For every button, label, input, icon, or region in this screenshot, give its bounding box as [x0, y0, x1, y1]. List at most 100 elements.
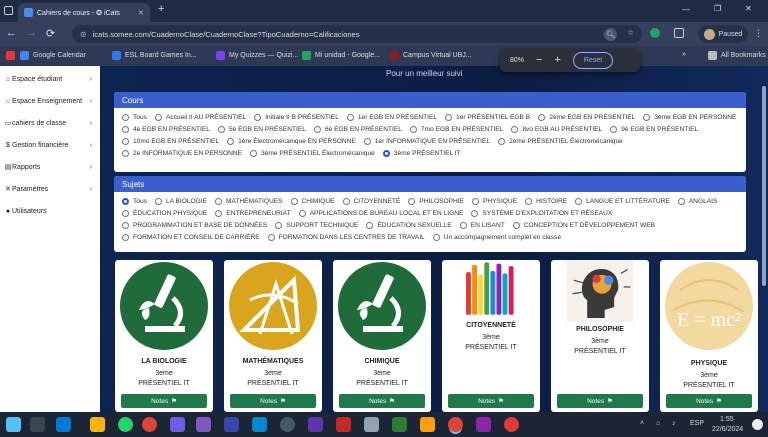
- sujets-radio[interactable]: [342, 197, 350, 205]
- clock-date[interactable]: 22/6/2024: [712, 426, 743, 433]
- cours-radio[interactable]: [363, 137, 371, 145]
- cours-option[interactable]: 1er INFORMATIQUE EN PRÉSENTIEL: [363, 136, 490, 146]
- sujets-option[interactable]: ANGLAIS: [677, 196, 717, 206]
- notes-button[interactable]: Notes ⚑: [448, 394, 534, 408]
- sujets-option[interactable]: MATHÉMATIQUES: [214, 196, 283, 206]
- sujets-option[interactable]: CHIMIQUE: [290, 196, 335, 206]
- sujets-option[interactable]: SUPPORT TECHNIQUE: [275, 220, 358, 230]
- sujets-option[interactable]: ÉDUCATION SEXUELLE: [366, 220, 452, 230]
- extensions-puzzle-icon[interactable]: [674, 28, 684, 38]
- tray-chevron-icon[interactable]: ˄: [640, 420, 644, 427]
- tab-close-icon[interactable]: ✕: [138, 9, 144, 17]
- cours-option[interactable]: 1er PRÉSENTIEL EGB B: [445, 112, 530, 122]
- sujets-radio[interactable]: [290, 197, 298, 205]
- zoom-in-button[interactable]: +: [554, 54, 560, 66]
- chrome-icon[interactable]: [142, 417, 157, 432]
- sidebar-item-utilisateurs[interactable]: ● Utilisateurs: [4, 204, 96, 218]
- sidebar-item-espace-enseignement[interactable]: ⌂ Espace Enseignement ›: [4, 94, 96, 108]
- github-icon[interactable]: [280, 417, 295, 432]
- notes-button[interactable]: Notes ⚑: [339, 394, 425, 408]
- window-minimize-button[interactable]: —: [682, 5, 690, 14]
- cours-radio[interactable]: [498, 137, 506, 145]
- subject-card-chimique[interactable]: CHIMIQUE 3eme PRÉSENTIEL IT Notes ⚑: [333, 260, 431, 412]
- sujets-option[interactable]: FORMATION ET CONSEIL DE CARRIÈRE: [122, 232, 260, 242]
- cours-radio[interactable]: [122, 137, 129, 145]
- sujets-radio[interactable]: [154, 197, 162, 205]
- app-icon[interactable]: [308, 417, 323, 432]
- sujets-radio[interactable]: [267, 233, 275, 241]
- subject-card-mathematiques[interactable]: MATHÉMATIQUES 3eme PRÉSENTIEL IT Notes ⚑: [224, 260, 322, 412]
- all-bookmarks-button[interactable]: All Bookmarks: [708, 51, 766, 60]
- notes-button[interactable]: Notes ⚑: [666, 394, 752, 408]
- cours-radio[interactable]: [122, 125, 129, 133]
- more-bookmarks-icon[interactable]: »: [682, 51, 686, 58]
- sujets-radio[interactable]: [366, 221, 374, 229]
- sujets-option[interactable]: FORMATION DANS LES CENTRES DE TRAVAIL: [267, 232, 425, 242]
- cours-radio[interactable]: [254, 113, 262, 121]
- bookmark-item-0[interactable]: Google Calendar: [20, 51, 86, 60]
- sujets-radio[interactable]: [677, 197, 685, 205]
- cours-option[interactable]: 2e INFORMATIQUE EN PERSONNE: [122, 148, 242, 158]
- app-icon[interactable]: [224, 417, 239, 432]
- cours-radio[interactable]: [122, 149, 129, 157]
- sidebar-item-espace-etudiant[interactable]: ⌂ Espace étudiant ›: [4, 72, 96, 86]
- cours-option[interactable]: 8vo EGB AU PRÉSENTIEL: [511, 124, 602, 134]
- cours-radio[interactable]: [610, 125, 618, 133]
- window-close-button[interactable]: ✕: [745, 4, 752, 13]
- subject-card-biologie[interactable]: LA BIOLOGIE 3eme PRÉSENTIEL IT Notes ⚑: [115, 260, 213, 412]
- extension-icon[interactable]: [650, 28, 660, 38]
- notes-button[interactable]: Notes ⚑: [557, 394, 643, 408]
- sujets-option[interactable]: PHYSIQUE: [472, 196, 517, 206]
- cours-option[interactable]: 2ème EGB EN PRÉSENTIEL: [538, 112, 635, 122]
- cours-option[interactable]: 2ème PRÉSENTIEL Électromécanique: [498, 136, 623, 146]
- cours-option[interactable]: 1ère Électromécanique EN PERSONNE: [227, 136, 356, 146]
- cours-option[interactable]: 4è EGB EN PRÉSENTIEL: [122, 124, 210, 134]
- sujets-radio[interactable]: [214, 197, 222, 205]
- cours-radio[interactable]: [445, 113, 453, 121]
- cours-radio[interactable]: [122, 113, 129, 121]
- cours-radio[interactable]: [346, 113, 354, 121]
- sujets-radio[interactable]: [215, 209, 223, 217]
- bookmark-item-2[interactable]: My Quizzes — Quizi...: [216, 51, 298, 60]
- cours-radio[interactable]: [227, 137, 235, 145]
- edge-icon[interactable]: [56, 417, 71, 432]
- cours-option[interactable]: 6è EGB EN PRÉSENTIEL: [313, 124, 402, 134]
- menu-kebab-icon[interactable]: ⋮: [754, 28, 763, 39]
- volume-icon[interactable]: ♪: [672, 420, 676, 427]
- sujets-option[interactable]: HISTOIRE: [525, 196, 567, 206]
- app-icon[interactable]: [392, 417, 407, 432]
- sujets-radio[interactable]: [122, 233, 129, 241]
- sidebar-item-cahiers-de-classe[interactable]: ▭ cahiers de classe ›: [4, 116, 96, 130]
- sujets-option[interactable]: CONCEPTION ET DÉVELOPPEMENT WEB: [512, 220, 655, 230]
- forward-button[interactable]: →: [26, 27, 37, 39]
- sujets-option[interactable]: Un accompagnement complet en classe: [432, 232, 561, 242]
- cours-option[interactable]: Initiale II B PRÉSENTIEL: [254, 112, 339, 122]
- sidebar-item-parametres[interactable]: ✕ Paramètres ›: [4, 182, 96, 196]
- subject-card-physique[interactable]: E = mc² PHYSIQUE 3ème PRÉSENTIEL IT Note…: [660, 260, 758, 412]
- cours-option[interactable]: Tous: [122, 112, 147, 122]
- cours-radio[interactable]: [217, 125, 225, 133]
- sujets-option[interactable]: LA BIOLOGIE: [154, 196, 207, 206]
- sidebar-item-gestion-financiere[interactable]: $ Gestion financière ›: [4, 138, 96, 152]
- bookmark-item-1[interactable]: ESL Board Games In...: [112, 51, 197, 60]
- cours-radio[interactable]: [250, 149, 258, 157]
- sujets-option[interactable]: PROGRAMMATION ET BASE DE DONNÉES: [122, 220, 267, 230]
- network-icon[interactable]: ⌂: [656, 420, 660, 427]
- notes-button[interactable]: Notes ⚑: [121, 394, 207, 408]
- back-button[interactable]: ←: [6, 27, 17, 39]
- filezilla-icon[interactable]: [336, 417, 351, 432]
- cours-option[interactable]: 7mo EGB EN PRÉSENTIEL: [409, 124, 503, 134]
- subject-card-philosophie[interactable]: PHILOSOPHIE 3ème PRÉSENTIEL IT Notes ⚑: [551, 260, 649, 412]
- cours-option[interactable]: Accueil II AU PRÉSENTIEL: [154, 112, 246, 122]
- app-icon[interactable]: [170, 417, 185, 432]
- app-icon[interactable]: [364, 417, 379, 432]
- sujets-radio[interactable]: [122, 221, 129, 229]
- cours-option[interactable]: 1er EGB EN PRÉSENTIEL: [346, 112, 437, 122]
- clock-time[interactable]: 1:55: [720, 416, 734, 423]
- vscode-icon[interactable]: [252, 417, 267, 432]
- sidebar-item-rapports[interactable]: ▤ Rapports ›: [4, 160, 96, 174]
- sujets-radio[interactable]: [122, 209, 129, 217]
- cours-option[interactable]: 5è EGB EN PRÉSENTIEL: [217, 124, 306, 134]
- sujets-radio[interactable]: [575, 197, 583, 205]
- sujets-radio[interactable]: [525, 197, 533, 205]
